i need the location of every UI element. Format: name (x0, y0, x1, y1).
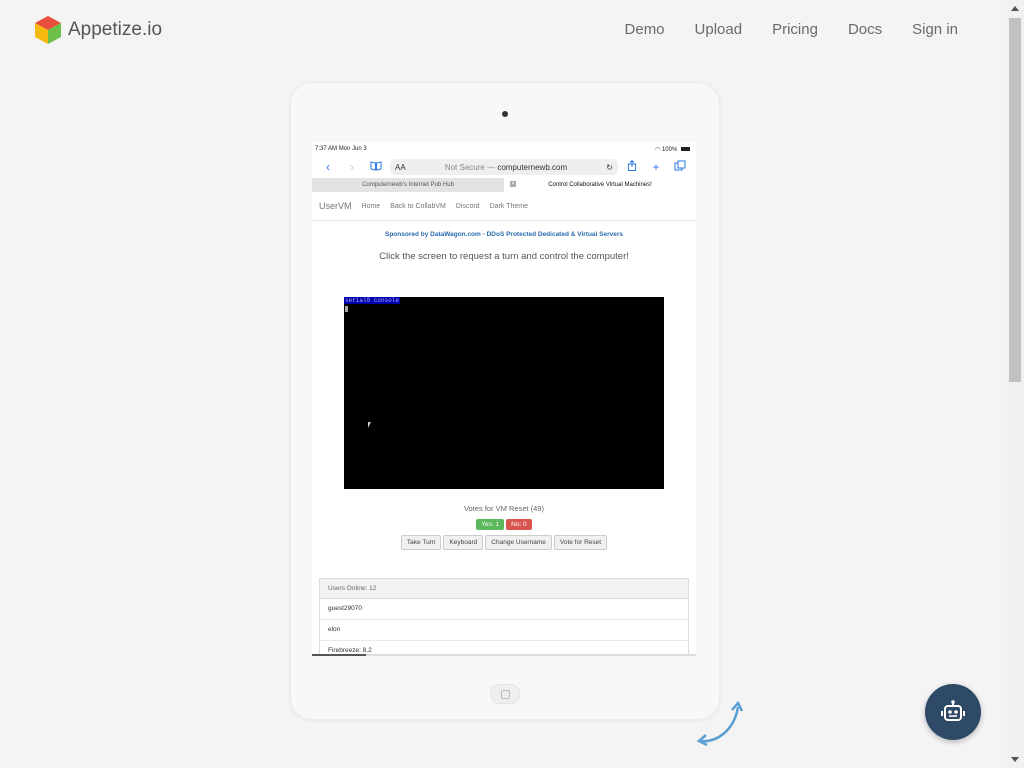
scroll-down-icon[interactable] (1011, 757, 1019, 762)
users-online-panel: Users Online: 12 guest29070 elon Firebre… (319, 578, 689, 656)
vm-display[interactable]: serial0 console (344, 297, 664, 489)
tab-pub-hub[interactable]: Computernewb's Internet Pub Hub (312, 178, 504, 192)
logo-text: Appetize.io (68, 19, 163, 40)
mouse-pointer-icon (368, 422, 371, 428)
top-navigation: Demo Upload Pricing Docs Sign in (625, 21, 958, 38)
ios-status-bar: 7:37 AM Mon Jun 3 ◠ 100% (312, 142, 696, 156)
cube-logo-icon (35, 16, 61, 44)
safari-toolbar: ‹ › AA Not Secure — computernewb.com ↻ + (312, 156, 696, 178)
text-cursor (345, 306, 348, 312)
site-brand[interactable]: UserVM (319, 201, 352, 211)
page-scrollbar[interactable] (1007, 0, 1024, 768)
home-button[interactable] (490, 684, 520, 704)
users-online-header: Users Online: 12 (320, 579, 688, 599)
site-nav-home[interactable]: Home (362, 203, 381, 210)
reader-aa-button[interactable]: AA (395, 163, 406, 172)
nav-pricing[interactable]: Pricing (772, 21, 818, 38)
vm-action-buttons: Take Turn Keyboard Change Username Vote … (312, 535, 696, 550)
address-bar[interactable]: AA Not Secure — computernewb.com ↻ (390, 159, 618, 175)
page-load-progress (312, 654, 696, 656)
tabs-overview-icon[interactable] (670, 160, 690, 174)
site-navbar: UserVM Home Back to CollabVM Discord Dar… (312, 192, 696, 221)
site-nav-dark-theme[interactable]: Dark Theme (490, 203, 528, 210)
scroll-up-icon[interactable] (1011, 6, 1019, 11)
battery-percent: 100% (661, 146, 678, 153)
status-date: Mon Jun 3 (338, 146, 367, 152)
close-tab-icon[interactable]: × (510, 181, 516, 187)
rotate-device-icon[interactable] (694, 697, 746, 754)
sponsor-link[interactable]: Sponsored by DataWagon.com - DDoS Protec… (312, 231, 696, 238)
tab-label: Control Collaborative Virtual Machines! (548, 182, 652, 188)
battery-icon (681, 146, 690, 151)
keyboard-button[interactable]: Keyboard (443, 535, 484, 550)
tab-label: Computernewb's Internet Pub Hub (362, 182, 454, 188)
console-title: serial0 console (344, 297, 401, 304)
reload-icon[interactable]: ↻ (606, 163, 613, 172)
user-row[interactable]: guest29070 (320, 599, 688, 620)
appetize-logo[interactable]: Appetize.io (34, 15, 162, 45)
not-secure-label: Not Secure — (444, 162, 496, 172)
vote-label: Votes for VM Reset (49) (463, 504, 545, 513)
status-time: 7:37 AM (315, 146, 338, 152)
scrollbar-thumb[interactable] (1009, 18, 1021, 382)
nav-docs[interactable]: Docs (848, 21, 882, 38)
browser-tabs: Computernewb's Internet Pub Hub × Contro… (312, 178, 696, 192)
vote-reset-button[interactable]: Vote for Reset (553, 535, 608, 550)
change-username-button[interactable]: Change Username (485, 535, 552, 550)
new-tab-icon[interactable]: + (646, 160, 666, 174)
forward-icon[interactable]: › (342, 160, 362, 174)
share-icon[interactable] (622, 159, 642, 174)
robot-icon (941, 700, 965, 721)
url-domain: computernewb.com (497, 162, 568, 172)
site-nav-back[interactable]: Back to CollabVM (390, 203, 446, 210)
take-turn-button[interactable]: Take Turn (400, 535, 442, 550)
back-icon[interactable]: ‹ (318, 160, 338, 174)
ai-assistant-button[interactable] (925, 684, 981, 740)
instruction-text: Click the screen to request a turn and c… (379, 251, 629, 262)
no-votes-badge: No: 0 (506, 519, 532, 530)
site-nav-discord[interactable]: Discord (456, 203, 480, 210)
nav-sign-in[interactable]: Sign in (912, 21, 958, 38)
user-row[interactable]: elon (320, 620, 688, 641)
yes-votes-badge: Yes: 1 (476, 519, 505, 530)
nav-upload[interactable]: Upload (695, 21, 743, 38)
nav-demo[interactable]: Demo (625, 21, 665, 38)
device-screen[interactable]: 7:37 AM Mon Jun 3 ◠ 100% ‹ › AA Not Secu… (312, 142, 696, 656)
tab-collabvm[interactable]: × Control Collaborative Virtual Machines… (504, 178, 696, 192)
wifi-icon: ◠ (655, 146, 661, 153)
vote-badges: Yes: 1 No: 0 (312, 519, 696, 530)
camera-icon (502, 111, 508, 117)
bookmarks-icon[interactable] (366, 160, 386, 174)
